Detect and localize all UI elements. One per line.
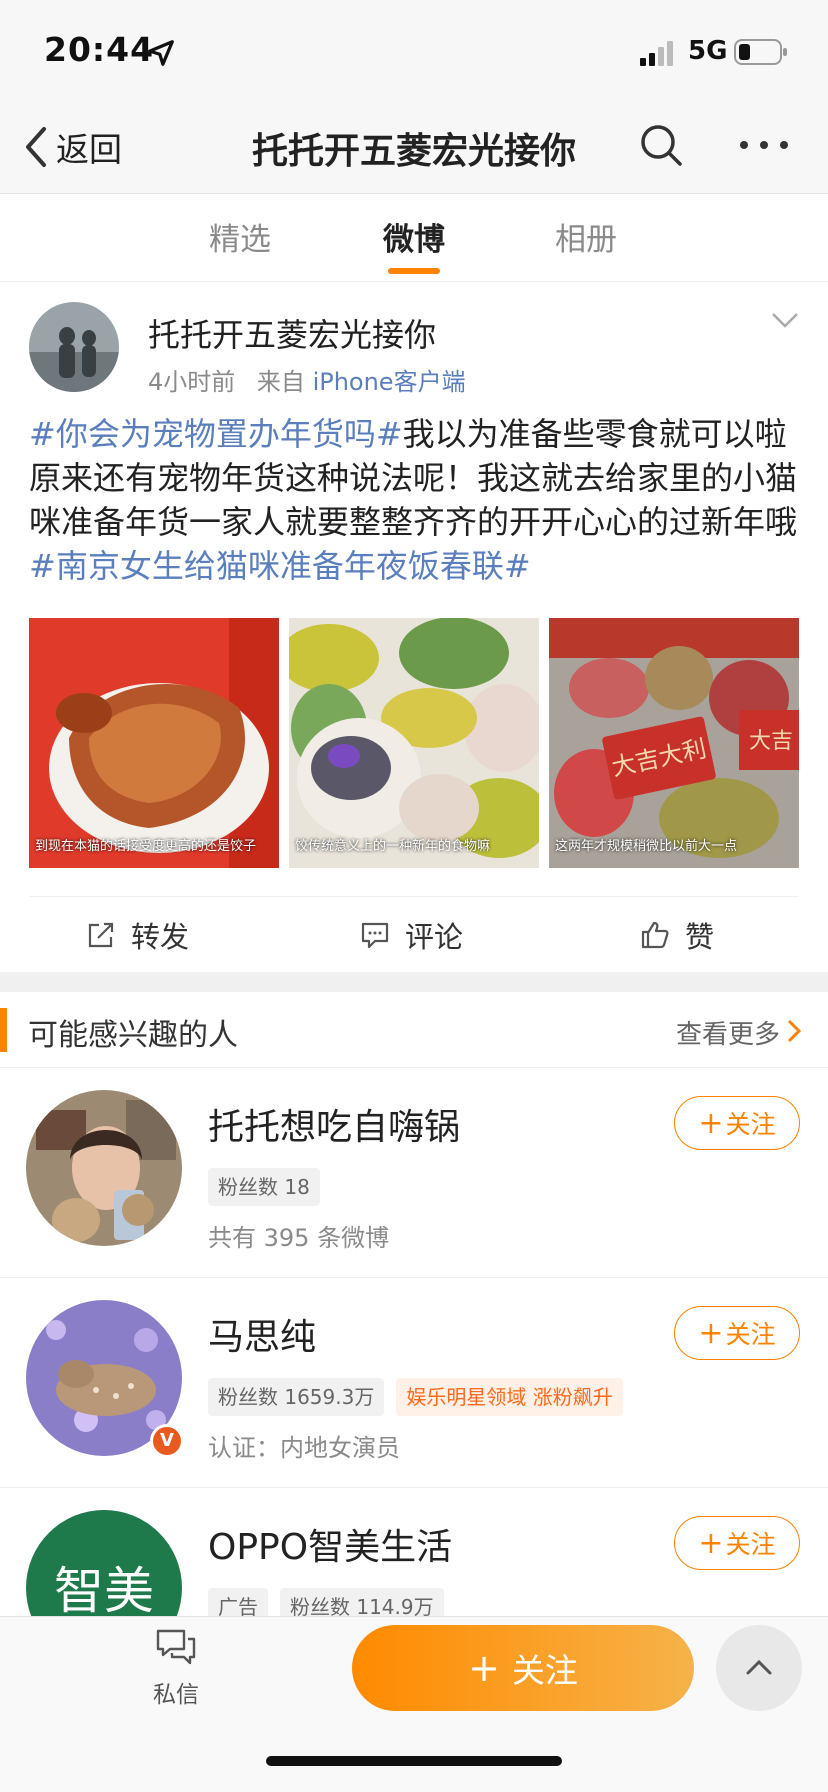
comment-label: 评论 [405,920,464,954]
section-divider [0,972,828,992]
message-button[interactable]: 私信 [136,1627,216,1709]
user-name[interactable]: 托托想吃自嗨锅 [208,1098,460,1150]
profile-tabs: 精选 微博 相册 [0,194,828,282]
follow-label: 关注 [725,1320,776,1349]
dumplings-image [289,618,539,868]
follow-main-label: 关注 [511,1651,578,1690]
plus-icon: + [468,1646,500,1690]
post-actions: 转发 评论 赞 [29,896,799,972]
image-caption: 饺传统意义上的一种新年的食物嘛 [295,839,491,854]
recommend-header: 可能感兴趣的人 查看更多 [0,992,828,1068]
weibo-post: 托托开五菱宏光接你 4小时前 来自 iPhone客户端 #你会为宠物置办年货吗#… [0,282,828,972]
repost-label: 转发 [131,920,190,954]
post-image[interactable]: 到现在本猫的话接受度更高的还是饺子 [29,618,279,868]
followers-tag: 粉丝数 114.9万 [280,1588,444,1616]
plus-icon: + [698,1525,724,1561]
post-text: #你会为宠物置办年货吗#我以为准备些零食就可以啦原来还有宠物年货这种说法呢！我这… [29,412,799,588]
signal-icon [640,41,673,66]
image-label: 大吉 [749,729,793,754]
suggested-user[interactable]: 智美 OPPO智美生活 广告 粉丝数 114.9万 + 关注 [0,1488,828,1616]
tab-weibo[interactable]: 微博 [354,214,474,259]
avatar[interactable]: 智美 [26,1510,182,1616]
avatar[interactable] [29,302,119,392]
location-arrow-icon [148,40,174,66]
post-image[interactable]: 大吉大利 大吉 这两年才规模稍微比以前大一点 [549,618,799,868]
like-label: 赞 [685,920,715,954]
user-tags: 粉丝数 18 [208,1168,332,1206]
active-tab-indicator [388,268,440,274]
pet-snacks-image: 大吉大利 大吉 [549,618,799,868]
topic-link[interactable]: #你会为宠物置办年货吗# [29,415,403,453]
tab-featured[interactable]: 精选 [180,214,300,259]
chevron-left-icon [26,127,46,167]
more-icon[interactable] [736,120,792,170]
recommend-title: 可能感兴趣的人 [28,1018,238,1053]
ad-tag: 广告 [208,1588,268,1616]
post-source-prefix: 来自 [256,368,305,396]
post-time: 4小时前 [148,368,236,396]
see-more-link[interactable]: 查看更多 [676,1014,780,1051]
back-label: 返回 [56,130,122,169]
post-images: 到现在本猫的话接受度更高的还是饺子 饺传统意义上的一种新年的食物嘛 大吉大利 大… [29,618,799,868]
suggested-user[interactable]: V 马思纯 粉丝数 1659.3万 娱乐明星领域 涨粉飙升 认证：内地女演员 +… [0,1278,828,1488]
repost-icon [88,922,114,948]
scroll-top-button[interactable] [716,1625,802,1711]
user-tags: 粉丝数 1659.3万 娱乐明星领域 涨粉飙升 [208,1378,635,1416]
user-name[interactable]: OPPO智美生活 [208,1518,452,1570]
status-time: 20:44 [44,30,155,69]
follow-button[interactable]: + 关注 [674,1096,800,1150]
nav-bar: 返回 托托开五菱宏光接你 [0,96,828,194]
suggested-user[interactable]: 托托想吃自嗨锅 粉丝数 18 共有 395 条微博 + 关注 [0,1068,828,1278]
follow-button[interactable]: + 关注 [674,1306,800,1360]
post-image[interactable]: 饺传统意义上的一种新年的食物嘛 [289,618,539,868]
plus-icon: + [698,1315,724,1351]
plus-icon: + [698,1105,724,1141]
user-verification: 认证：内地女演员 [208,1434,400,1462]
search-icon[interactable] [636,120,686,170]
post-source[interactable]: iPhone客户端 [313,368,466,396]
topic-link[interactable]: #南京女生给猫咪准备年夜饭春联# [29,547,531,585]
verified-badge-icon: V [150,1424,184,1458]
back-button[interactable]: 返回 [22,122,122,172]
battery-icon [734,39,787,65]
message-label: 私信 [153,1682,199,1708]
section-accent-bar [0,1008,7,1052]
chevron-up-icon [746,1659,772,1675]
user-description: 共有 395 条微博 [208,1224,390,1252]
post-author[interactable]: 托托开五菱宏光接你 [148,310,436,356]
page-title: 托托开五菱宏光接你 [251,131,576,172]
thumbs-up-icon [641,921,669,949]
comment-button[interactable]: 评论 [359,915,463,955]
user-name[interactable]: 马思纯 [208,1308,316,1360]
followers-tag: 粉丝数 18 [208,1168,320,1206]
chevron-down-icon[interactable] [770,308,800,332]
follow-main-button[interactable]: + 关注 [352,1625,694,1711]
like-button[interactable]: 赞 [639,915,714,955]
chat-icon [156,1629,196,1665]
user-tags: 广告 粉丝数 114.9万 [208,1588,456,1616]
image-caption: 这两年才规模稍微比以前大一点 [555,839,738,854]
home-indicator [266,1756,562,1766]
pig-trotter-image [29,618,279,868]
trending-tag: 娱乐明星领域 涨粉飙升 [396,1378,623,1416]
repost-button[interactable]: 转发 [85,915,189,955]
avatar-text: 智美 [54,1562,154,1616]
follow-label: 关注 [725,1110,776,1139]
post-meta: 4小时前 来自 iPhone客户端 [148,362,466,397]
follow-label: 关注 [725,1530,776,1559]
comment-icon [361,922,389,949]
network-type: 5G [688,36,728,66]
status-bar: 20:44 5G [0,0,828,96]
chevron-right-icon[interactable] [786,1018,802,1044]
tab-album[interactable]: 相册 [526,214,646,259]
followers-tag: 粉丝数 1659.3万 [208,1378,385,1416]
avatar[interactable] [26,1090,182,1246]
follow-button[interactable]: + 关注 [674,1516,800,1570]
image-caption: 到现在本猫的话接受度更高的还是饺子 [35,839,257,854]
